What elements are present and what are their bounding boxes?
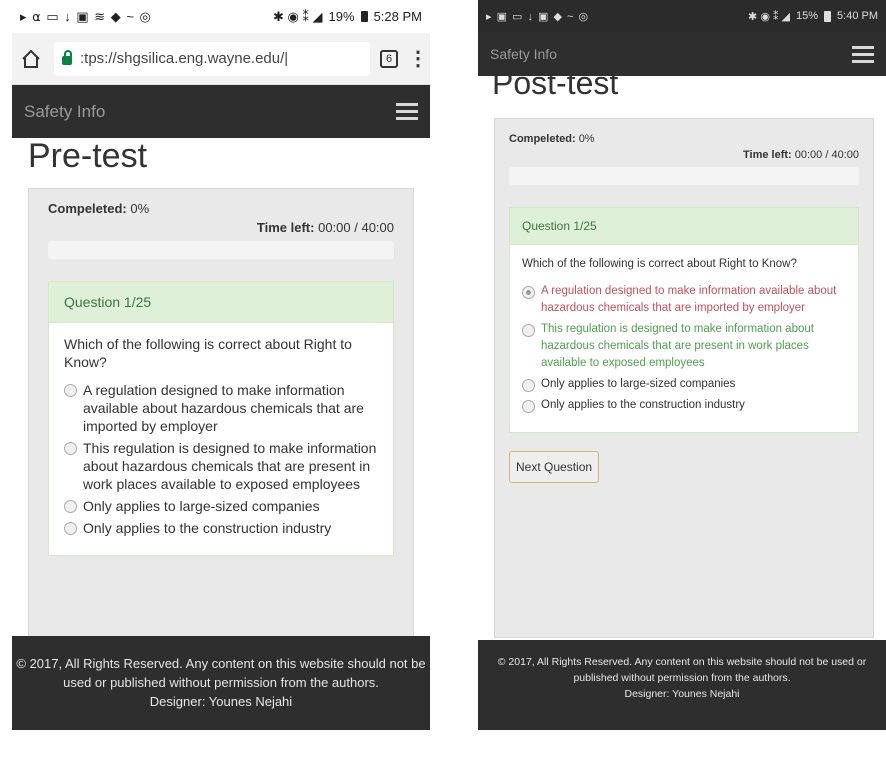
notification-icons: ▸ ▣ ▭ ↓ ▣ ◆ ~ ◎	[486, 10, 590, 23]
notification-icons: ▸ ⍺ ▭ ↓ ▣ ≋ ◆ ~ ◎	[20, 8, 152, 24]
status-bar: ▸ ⍺ ▭ ↓ ▣ ≋ ◆ ~ ◎ ✱ ◉ ⁑ ◢ 19% 5:28 PM	[12, 0, 430, 33]
designer-credit: Designer: Younes Nejahi	[149, 694, 293, 709]
page-title: Post-test	[492, 76, 619, 101]
radio-button[interactable]	[64, 500, 77, 513]
brand-link[interactable]: Safety Info	[490, 46, 557, 62]
answer-option-label: Only applies to the construction industr…	[83, 520, 332, 536]
battery-level: 19%	[328, 9, 355, 24]
phone-screenshot-pretest: ▸ ⍺ ▭ ↓ ▣ ≋ ◆ ~ ◎ ✱ ◉ ⁑ ◢ 19% 5:28 PM :t…	[12, 0, 430, 730]
battery-icon	[824, 10, 832, 22]
site-footer: © 2017, All Rights Reserved. Any content…	[478, 640, 886, 730]
answer-option[interactable]: Only applies to the construction industr…	[64, 519, 378, 537]
signal-icons: ✱ ◉ ⁑ ◢	[748, 10, 790, 23]
progress-bar	[509, 167, 859, 185]
time-left: Time left: 00:00 / 40:00	[256, 220, 394, 235]
answer-option[interactable]: Only applies to the construction industr…	[522, 397, 846, 414]
designer-credit: Designer: Younes Nejahi	[624, 688, 740, 700]
answer-option[interactable]: A regulation designed to make informatio…	[64, 381, 378, 435]
answer-option-label: Only applies to large-sized companies	[83, 498, 320, 514]
overflow-menu-icon[interactable]: ⋮	[408, 49, 428, 69]
answer-option-label: Only applies to large-sized companies	[541, 378, 736, 390]
copyright-text: © 2017, All Rights Reserved. Any content…	[497, 656, 867, 684]
answer-option[interactable]: Only applies to large-sized companies	[64, 497, 378, 515]
radio-button[interactable]	[64, 384, 77, 397]
question-header: Question 1/25	[510, 208, 858, 245]
copyright-text: © 2017, All Rights Reserved. Any content…	[16, 656, 426, 690]
question-panel: Question 1/25 Which of the following is …	[48, 281, 394, 556]
answer-option-selected-wrong[interactable]: A regulation designed to make informatio…	[522, 283, 846, 317]
site-navbar: Safety Info	[12, 85, 430, 138]
answer-option-label: Only applies to the construction industr…	[541, 399, 745, 411]
completed-value: 0%	[130, 201, 150, 216]
lock-icon	[62, 50, 72, 65]
question-text: Which of the following is correct about …	[64, 336, 352, 370]
hamburger-menu-icon[interactable]	[396, 103, 418, 120]
signal-icons: ✱ ◉ ⁑ ◢	[272, 8, 323, 24]
url-text: :tps://shgsilica.eng.wayne.edu/|	[80, 50, 289, 67]
completed-value: 0%	[578, 133, 595, 145]
time-left: Time left: 00:00 / 40:00	[743, 149, 859, 161]
answer-option-label: This regulation is designed to make info…	[541, 323, 814, 369]
answer-option-correct[interactable]: This regulation is designed to make info…	[522, 321, 846, 372]
radio-button[interactable]	[522, 379, 535, 392]
radio-button[interactable]	[64, 442, 77, 455]
brand-link[interactable]: Safety Info	[24, 102, 105, 122]
completed-status: Compeleted: 0%	[48, 201, 150, 216]
status-bar: ▸ ▣ ▭ ↓ ▣ ◆ ~ ◎ ✱ ◉ ⁑ ◢ 15% 5:40 PM	[478, 0, 886, 32]
phone-screenshot-posttest: ▸ ▣ ▭ ↓ ▣ ◆ ~ ◎ ✱ ◉ ⁑ ◢ 15% 5:40 PM Safe…	[478, 0, 886, 730]
clock: 5:40 PM	[837, 10, 878, 22]
quiz-card: Compeleted: 0% Time left: 00:00 / 40:00 …	[494, 118, 874, 638]
next-question-button[interactable]: Next Question	[509, 451, 600, 483]
radio-button[interactable]	[522, 400, 535, 413]
url-field[interactable]: :tps://shgsilica.eng.wayne.edu/|	[54, 41, 370, 76]
site-footer: © 2017, All Rights Reserved. Any content…	[12, 636, 430, 730]
question-panel: Question 1/25 Which of the following is …	[509, 207, 859, 433]
radio-button[interactable]	[522, 324, 535, 337]
question-header: Question 1/25	[49, 282, 393, 323]
answer-option[interactable]: Only applies to large-sized companies	[522, 376, 846, 393]
page-title: Pre-test	[28, 137, 148, 175]
browser-toolbar: :tps://shgsilica.eng.wayne.edu/| 6 ⋮	[12, 33, 430, 85]
clock: 5:28 PM	[373, 9, 422, 24]
hamburger-menu-icon[interactable]	[852, 45, 874, 63]
answer-option-label: This regulation is designed to make info…	[83, 440, 377, 492]
answer-option-label: A regulation designed to make informatio…	[83, 382, 364, 434]
answer-option-label: A regulation designed to make informatio…	[541, 285, 837, 314]
tab-switcher-button[interactable]: 6	[380, 49, 398, 68]
answer-option[interactable]: This regulation is designed to make info…	[64, 439, 378, 493]
battery-icon	[360, 11, 368, 22]
home-icon[interactable]	[18, 46, 44, 72]
question-text: Which of the following is correct about …	[522, 258, 797, 270]
battery-level: 15%	[796, 10, 819, 22]
site-navbar: Safety Info	[478, 32, 886, 76]
time-left-value: 00:00 / 40:00	[318, 220, 394, 235]
radio-button[interactable]	[64, 522, 77, 535]
radio-button[interactable]	[522, 286, 535, 299]
time-left-value: 00:00 / 40:00	[794, 149, 859, 161]
progress-bar	[48, 241, 394, 259]
quiz-card: Compeleted: 0% Time left: 00:00 / 40:00 …	[28, 188, 414, 648]
completed-status: Compeleted: 0%	[509, 133, 595, 145]
